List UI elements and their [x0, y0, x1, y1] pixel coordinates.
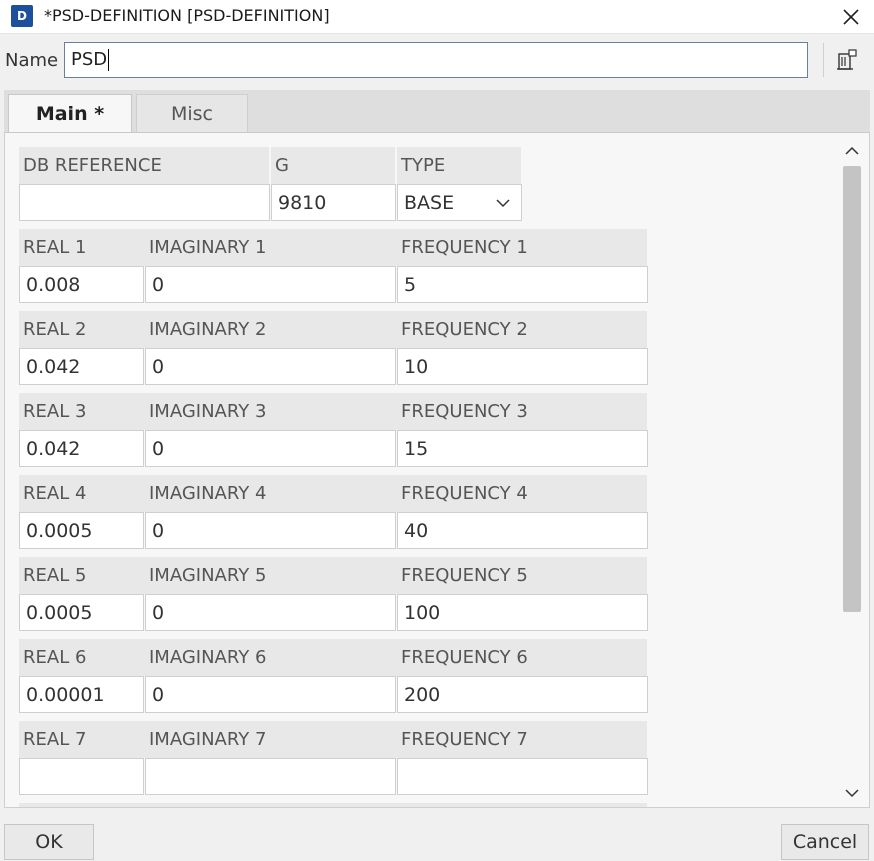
text-caret [108, 49, 110, 71]
imaginary-5-label: IMAGINARY 5 [149, 565, 267, 586]
frequency-7-label: FREQUENCY 7 [401, 729, 528, 750]
tab-strip [4, 90, 870, 133]
frequency-1-label: FREQUENCY 1 [401, 237, 528, 258]
real-5-label: REAL 5 [23, 565, 87, 586]
frequency-6-field[interactable]: 200 [397, 676, 648, 713]
imaginary-4-field[interactable]: 0 [145, 512, 396, 549]
frequency-2-label: FREQUENCY 2 [401, 319, 528, 340]
real-6-label: REAL 6 [23, 647, 87, 668]
name-label: Name [5, 50, 59, 71]
close-icon [843, 9, 859, 25]
frequency-3-field[interactable]: 15 [397, 430, 648, 467]
db-reference-field[interactable] [19, 184, 270, 221]
frequency-6-label: FREQUENCY 6 [401, 647, 528, 668]
real-1-field[interactable]: 0.008 [19, 266, 144, 303]
imaginary-7-field[interactable] [145, 758, 396, 795]
imaginary-5-field[interactable]: 0 [145, 594, 396, 631]
imaginary-2-label: IMAGINARY 2 [149, 319, 267, 340]
tab-misc[interactable]: Misc [136, 94, 248, 133]
frequency-7-field[interactable] [397, 758, 648, 795]
frequency-5-field[interactable]: 100 [397, 594, 648, 631]
type-select[interactable]: BASE [397, 184, 522, 221]
db-reference-label: DB REFERENCE [19, 147, 269, 184]
frequency-2-field[interactable]: 10 [397, 348, 648, 385]
app-logo-icon: D [11, 5, 33, 27]
real-2-field[interactable]: 0.042 [19, 348, 144, 385]
close-button[interactable] [836, 2, 866, 32]
real-5-field[interactable]: 0.0005 [19, 594, 144, 631]
tab-main[interactable]: Main * [8, 94, 132, 133]
real-2-label: REAL 2 [23, 319, 87, 340]
scroll-up-button[interactable] [838, 140, 866, 162]
type-select-value: BASE [404, 191, 455, 214]
imaginary-3-label: IMAGINARY 3 [149, 401, 267, 422]
imaginary-1-field[interactable]: 0 [145, 266, 396, 303]
imaginary-3-field[interactable]: 0 [145, 430, 396, 467]
imaginary-6-field[interactable]: 0 [145, 676, 396, 713]
real-7-label: REAL 7 [23, 729, 87, 750]
name-input-value: PSD [71, 49, 108, 70]
real-4-field[interactable]: 0.0005 [19, 512, 144, 549]
g-field[interactable]: 9810 [271, 184, 396, 221]
scrollbar-thumb[interactable] [843, 166, 861, 612]
frequency-4-label: FREQUENCY 4 [401, 483, 528, 504]
imaginary-6-label: IMAGINARY 6 [149, 647, 267, 668]
type-label: TYPE [397, 147, 521, 184]
cancel-button[interactable]: Cancel [781, 824, 869, 860]
imaginary-4-label: IMAGINARY 4 [149, 483, 267, 504]
chevron-down-icon [496, 199, 510, 208]
window-title: *PSD-DEFINITION [PSD-DEFINITION] [44, 6, 330, 25]
real-7-field[interactable] [19, 758, 144, 795]
frequency-3-label: FREQUENCY 3 [401, 401, 528, 422]
frequency-1-field[interactable]: 5 [397, 266, 648, 303]
imaginary-2-field[interactable]: 0 [145, 348, 396, 385]
real-6-field[interactable]: 0.00001 [19, 676, 144, 713]
real-4-label: REAL 4 [23, 483, 87, 504]
frequency-4-field[interactable]: 40 [397, 512, 648, 549]
imaginary-1-label: IMAGINARY 1 [149, 237, 267, 258]
real-3-label: REAL 3 [23, 401, 87, 422]
building-link-icon [836, 49, 857, 70]
ok-button[interactable]: OK [4, 824, 94, 860]
real-3-field[interactable]: 0.042 [19, 430, 144, 467]
real-1-label: REAL 1 [23, 237, 87, 258]
chevron-down-icon [845, 789, 859, 798]
g-label: G [271, 147, 395, 184]
name-input[interactable]: PSD [64, 42, 808, 78]
frequency-5-label: FREQUENCY 5 [401, 565, 528, 586]
imaginary-7-label: IMAGINARY 7 [149, 729, 267, 750]
row-8-header-partial [19, 803, 647, 807]
chevron-up-icon [845, 146, 859, 155]
scroll-down-button[interactable] [838, 782, 866, 804]
object-browser-button[interactable] [823, 43, 869, 77]
